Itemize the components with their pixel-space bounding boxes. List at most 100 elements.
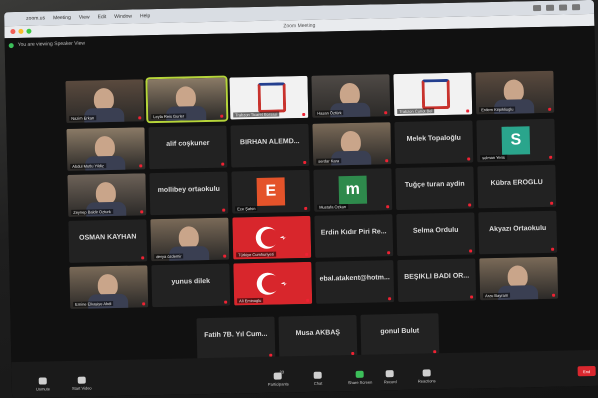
participant-name: Kübra EROĞLU: [490, 178, 543, 188]
clock-icon[interactable]: [558, 4, 568, 11]
participant-tile[interactable]: Kübra EROĞLU: [477, 164, 557, 209]
close-window-icon[interactable]: [10, 28, 16, 35]
participant-tile[interactable]: ebal.atakent@hotm...: [315, 260, 395, 304]
participant-name: Tuğçe turan aydin: [404, 180, 465, 189]
chat-label: Chat: [313, 380, 323, 386]
participant-tile[interactable]: Hasan Öztürk: [311, 74, 391, 118]
participants-count: 33: [279, 369, 285, 375]
avatar-initial: E: [256, 177, 286, 206]
battery-icon[interactable]: [545, 4, 555, 11]
menu-edit[interactable]: Edit: [98, 14, 107, 20]
wifi-icon[interactable]: [532, 4, 542, 12]
logo-mark-icon: [257, 82, 287, 113]
participant-tile[interactable]: Fatih 7B. Yıl Cum...: [196, 316, 276, 361]
participant-tile[interactable]: Tuğçe turan aydin: [395, 166, 475, 211]
participant-tile[interactable]: OSMAN KAYHAN: [68, 219, 148, 263]
muted-mic-icon: [385, 159, 389, 163]
participants-button[interactable]: Participants: [268, 372, 289, 387]
participant-tile[interactable]: mollibey ortaokulu: [149, 171, 229, 216]
unmute-button[interactable]: Unmute: [36, 377, 50, 392]
participant-caption: Trabzon Cunot Bel: [397, 108, 435, 115]
minimize-window-icon[interactable]: [18, 28, 24, 34]
participant-tile[interactable]: yunus dilek: [151, 263, 231, 308]
participant-tile[interactable]: Emine Elkasiye Abdi: [69, 265, 149, 309]
participant-name: Erdin Kıdır Piri Re...: [320, 228, 387, 237]
participant-caption: Türkiye Cumhuriyeti: [236, 251, 276, 258]
muted-mic-icon: [303, 160, 307, 164]
end-meeting-button[interactable]: End: [577, 365, 596, 377]
avatar-initial: S: [501, 126, 531, 155]
participant-tile[interactable]: Akyazı Ortaokulu: [478, 210, 558, 255]
muted-mic-icon: [304, 206, 308, 210]
menu-window[interactable]: Window: [114, 14, 132, 20]
monitor-screen: zoom.us Meeting View Edit Window Help Zo…: [4, 0, 598, 398]
participant-name: yunus dilek: [171, 277, 211, 286]
participant-tile[interactable]: Zeynep Baldir Ozturk: [67, 173, 147, 217]
reactions-label: Reactions: [417, 378, 436, 384]
menu-view[interactable]: View: [79, 14, 90, 20]
participant-tile[interactable]: Leyla Reis Gurler: [145, 75, 229, 124]
muted-mic-icon: [549, 155, 553, 159]
participant-caption: Ali Eminoglu: [237, 297, 264, 304]
participant-name: BİRHAN ALEMD...: [239, 138, 300, 147]
participant-tile[interactable]: Nazim Erkan: [65, 79, 145, 123]
share-button[interactable]: Share Screen: [348, 370, 372, 385]
muted-mic-icon: [221, 162, 225, 166]
meeting-controls-bar: Unmute Start Video Participants Chat Share S…: [11, 349, 598, 398]
participant-tile[interactable]: Trabzon Cunot Bel: [393, 72, 473, 117]
record-button[interactable]: Record: [384, 370, 397, 384]
logo-mark-icon: [421, 78, 451, 110]
muted-mic-icon: [222, 208, 226, 212]
participant-tile[interactable]: Abdul Mutlu Yildiz: [66, 127, 146, 171]
menu-meeting[interactable]: Meeting: [53, 15, 71, 21]
muted-mic-icon: [220, 114, 224, 118]
participant-tile[interactable]: Melek Topaloğlu: [394, 120, 474, 165]
apple-menu[interactable]: zoom.us: [26, 15, 45, 21]
reactions-button[interactable]: Reactions: [417, 369, 436, 384]
participant-tile[interactable]: alif coşkuner: [148, 125, 228, 170]
participant-caption: Erdem Kirpiklioglu: [479, 106, 516, 113]
participant-tile[interactable]: Erdin Kıdır Piri Re...: [314, 214, 394, 258]
chat-icon: [313, 371, 322, 379]
status-tray: [532, 4, 581, 12]
muted-mic-icon: [223, 254, 227, 258]
participant-caption: Zeynep Baldir Ozturk: [71, 208, 113, 215]
maximize-window-icon[interactable]: [26, 28, 32, 34]
participant-tile[interactable]: E Ece Şahin: [231, 169, 311, 214]
muted-mic-icon: [142, 302, 146, 306]
speaker-view-indicator: You are viewing Speaker View: [8, 41, 85, 49]
window-title: Zoom Meeting: [283, 22, 316, 30]
muted-mic-icon: [387, 251, 391, 255]
participant-tile[interactable]: Türkiye Cumhuriyeti: [232, 215, 312, 260]
muted-mic-icon: [470, 295, 474, 299]
search-icon[interactable]: [571, 4, 581, 11]
participant-tile[interactable]: serdar Kara: [312, 122, 392, 166]
participant-tile[interactable]: BİRHAN ALEMD...: [230, 123, 310, 168]
video-button[interactable]: Start Video: [72, 376, 92, 391]
share-screen-icon: [355, 370, 364, 378]
zoom-meeting-window: You are viewing Speaker View Nazim Erkan…: [4, 25, 598, 398]
participant-tile[interactable]: Trabzon Ticaret Borsasi: [229, 75, 309, 120]
participant-tile[interactable]: gonul Bulut: [360, 313, 440, 357]
participant-caption: Ece Şahin: [235, 205, 258, 212]
participant-tile[interactable]: Erdem Kirpiklioglu: [475, 70, 555, 115]
participant-tile[interactable]: m Mustafa Ozkan: [313, 168, 393, 212]
participant-tile[interactable]: Sselman Yeris: [476, 118, 556, 163]
participant-name: alif coşkuner: [166, 139, 210, 148]
muted-mic-icon: [551, 247, 555, 251]
muted-mic-icon: [386, 205, 390, 209]
menu-help[interactable]: Help: [140, 13, 150, 19]
photo-scene: zoom.us Meeting View Edit Window Help Zo…: [0, 0, 598, 398]
muted-mic-icon: [466, 109, 470, 113]
participant-tile[interactable]: Selma Ordulu: [396, 212, 476, 257]
chat-button[interactable]: Chat: [313, 371, 323, 386]
participant-tile[interactable]: Ali Eminoglu: [233, 261, 313, 306]
participant-name: gonul Bulut: [380, 327, 420, 336]
encryption-shield-icon[interactable]: [8, 42, 14, 48]
participant-tile[interactable]: derya özdemir: [150, 217, 230, 262]
participant-tile[interactable]: Arzu Bayram: [479, 256, 559, 301]
participant-name: mollibey ortaokulu: [157, 185, 220, 195]
reactions-icon: [422, 369, 431, 377]
participant-tile[interactable]: Musa AKBAŞ: [278, 314, 358, 359]
participant-tile[interactable]: BEŞİKLİ BADİ OR...: [397, 258, 477, 303]
